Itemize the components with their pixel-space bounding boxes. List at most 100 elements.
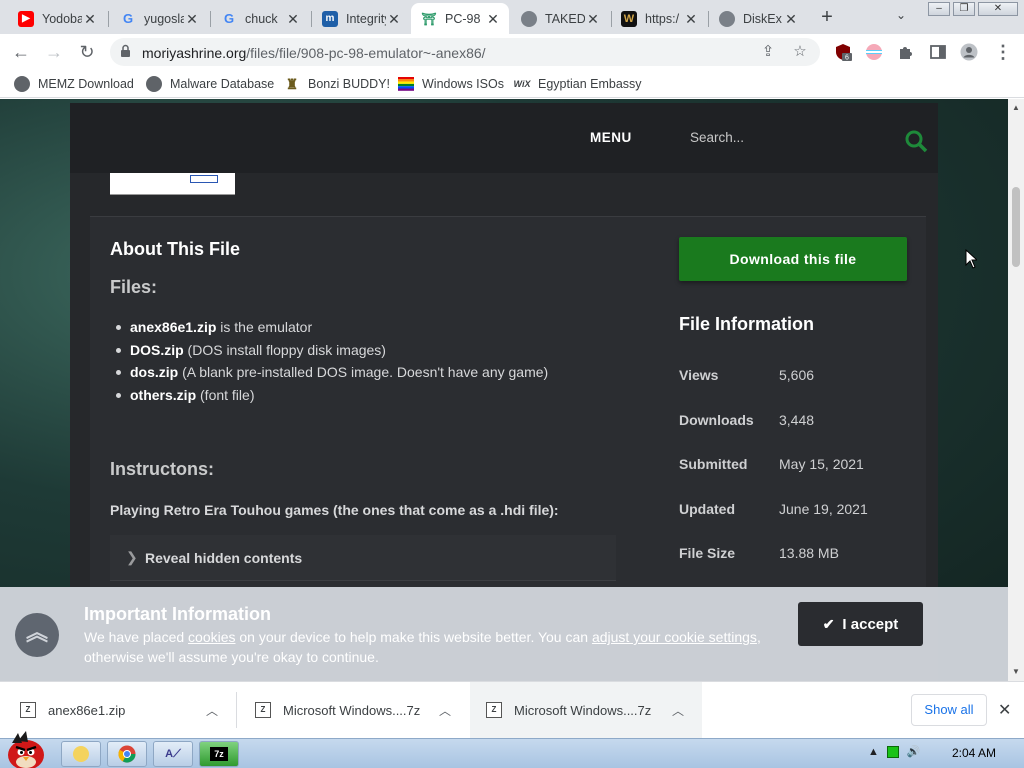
bookmark-star-icon[interactable]: ☆ [792,44,808,60]
info-row-updated: Updated June 19, 2021 [679,501,899,525]
maximize-button[interactable]: ❐ [953,2,975,16]
pride-extension-icon[interactable] [865,43,883,61]
tab-taked[interactable]: TAKED ✕ [511,3,609,34]
w-icon: W [621,10,637,27]
extensions-puzzle-icon[interactable] [897,43,915,61]
close-icon[interactable]: ✕ [998,700,1011,720]
minimize-button[interactable]: – [928,2,950,16]
tab-youtube[interactable]: ▶ Yodobashi ✕ [8,3,106,34]
bookmark-egyptian-embassy[interactable]: WiX Egyptian Embassy [514,76,642,92]
close-icon[interactable]: ✕ [485,11,501,27]
cookie-title: Important Information [84,604,271,624]
info-key: Submitted [679,456,748,472]
info-row-views: Views 5,606 [679,367,899,391]
search-icon[interactable] [904,129,928,153]
ublock-icon[interactable]: 6 [834,43,852,61]
share-icon[interactable]: ⇪ [760,44,776,60]
close-icon[interactable]: ✕ [82,11,98,27]
tab-https[interactable]: W https:/ ✕ [611,3,707,34]
tab-diskex[interactable]: DiskEx ✕ [709,3,807,34]
lock-icon[interactable] [120,44,131,58]
bookmark-memz[interactable]: MEMZ Download [14,76,134,92]
tab-search-icon[interactable]: ⌄ [896,8,906,22]
page-scrollbar[interactable]: ▲ ▼ [1008,99,1024,681]
browser-menu-icon[interactable]: ⋮ [992,41,1014,63]
close-icon[interactable]: ✕ [585,11,601,27]
info-row-downloads: Downloads 3,448 [679,412,899,436]
volume-icon[interactable]: 🔊 [907,745,921,758]
address-bar[interactable]: moriyashrine.org/files/file/908-pc-98-em… [110,38,820,66]
bookmark-bonzi-buddy[interactable]: ♜ Bonzi BUDDY! [284,76,390,92]
reload-icon[interactable]: ↻ [76,41,98,63]
site-menu-button[interactable]: MENU [590,130,632,145]
download-item[interactable]: Z Microsoft Windows....7z ︿ [470,682,702,738]
windows-flag-icon [398,77,414,91]
downloads-shelf: Z anex86e1.zip ︿ Z Microsoft Windows....… [0,681,1024,738]
archive-file-icon: Z [255,702,271,718]
accept-cookies-button[interactable]: ✔ I accept [798,602,923,646]
close-icon[interactable]: ✕ [285,11,301,27]
download-name: anex86e1.zip [48,702,126,718]
close-window-button[interactable]: ✕ [978,2,1018,16]
back-icon[interactable]: ← [10,41,32,63]
cookie-text: otherwise we'll assume you're okay to co… [84,649,379,665]
file-desc: (DOS install floppy disk images) [183,341,386,358]
list-item: dos.zip (A blank pre-installed DOS image… [115,361,548,384]
chevron-up-icon[interactable]: ︿ [206,702,218,719]
tab-title: chuck [245,11,278,26]
download-item[interactable]: Z Microsoft Windows....7z ︿ [237,682,469,738]
cookie-settings-link[interactable]: adjust your cookie settings [592,629,757,645]
system-tray: ▲ 🔊 [868,745,921,758]
tab-integrity[interactable]: m Integrity ✕ [312,3,410,34]
list-item: anex86e1.zip is the emulator [115,316,548,339]
show-hidden-icons[interactable]: ▲ [868,746,879,758]
close-icon[interactable]: ✕ [386,11,402,27]
tab-pc98[interactable]: ⛩ PC-98 ✕ [411,3,509,34]
about-title: About This File [110,239,240,259]
screenshot-thumbnail[interactable] [110,173,235,195]
info-row-submitted: Submitted May 15, 2021 [679,456,899,480]
taskbar-app[interactable]: A⟋ [153,741,193,767]
taskbar-chrome[interactable] [107,741,147,767]
site-icon: ⛩ [421,11,437,26]
profile-avatar-icon[interactable] [960,43,978,61]
bookmark-label: Windows ISOs [422,77,504,91]
tab-google-chuck[interactable]: G chuck ✕ [211,3,309,34]
forward-icon[interactable]: → [43,41,65,63]
ublock-badge: 6 [845,55,849,62]
bookmark-malware-database[interactable]: Malware Database [146,76,274,92]
tab-google-yugoslav[interactable]: G yugoslav ✕ [110,3,208,34]
url-path: /files/file/908-pc-98-emulator~-anex86/ [246,45,486,61]
chevron-up-icon[interactable]: ︿ [439,702,451,719]
list-item: DOS.zip (DOS install floppy disk images) [115,339,548,362]
info-row-file-size: File Size 13.88 MB [679,545,899,569]
close-icon[interactable]: ✕ [184,11,200,27]
chevron-up-icon[interactable]: ︿ [672,702,684,719]
scroll-up-arrow-icon[interactable]: ▲ [1012,103,1020,112]
start-button-bird-icon[interactable] [4,731,50,768]
download-item[interactable]: Z anex86e1.zip ︿ [0,682,236,738]
archive-file-icon: Z [486,702,502,718]
scroll-to-top-icon[interactable]: ︽ [15,613,59,657]
side-panel-icon[interactable] [929,43,947,61]
reveal-hidden-contents-button[interactable]: ❯ Reveal hidden contents [110,535,616,581]
file-name: anex86e1.zip [130,319,217,335]
scrollbar-thumb[interactable] [1012,187,1020,267]
cookie-message: We have placed cookies on your device to… [84,627,784,667]
taskbar-7zip[interactable]: 7z [199,741,239,767]
show-all-button[interactable]: Show all [911,694,987,726]
download-file-button[interactable]: Download this file [679,237,907,281]
globe-icon [521,10,537,27]
globe-icon [719,10,735,27]
close-icon[interactable]: ✕ [783,11,799,27]
bookmark-windows-isos[interactable]: Windows ISOs [398,76,504,92]
new-tab-button[interactable]: + [818,7,836,27]
taskbar-clock[interactable]: 2:04 AM [952,746,996,760]
taskbar-explorer[interactable] [61,741,101,767]
cookie-banner: ︽ Important Information We have placed c… [0,587,1008,681]
site-search-input[interactable]: Search... [690,130,744,145]
network-icon[interactable] [886,745,899,758]
scroll-down-arrow-icon[interactable]: ▼ [1012,667,1020,676]
close-icon[interactable]: ✕ [683,11,699,27]
cookies-link[interactable]: cookies [188,629,235,645]
